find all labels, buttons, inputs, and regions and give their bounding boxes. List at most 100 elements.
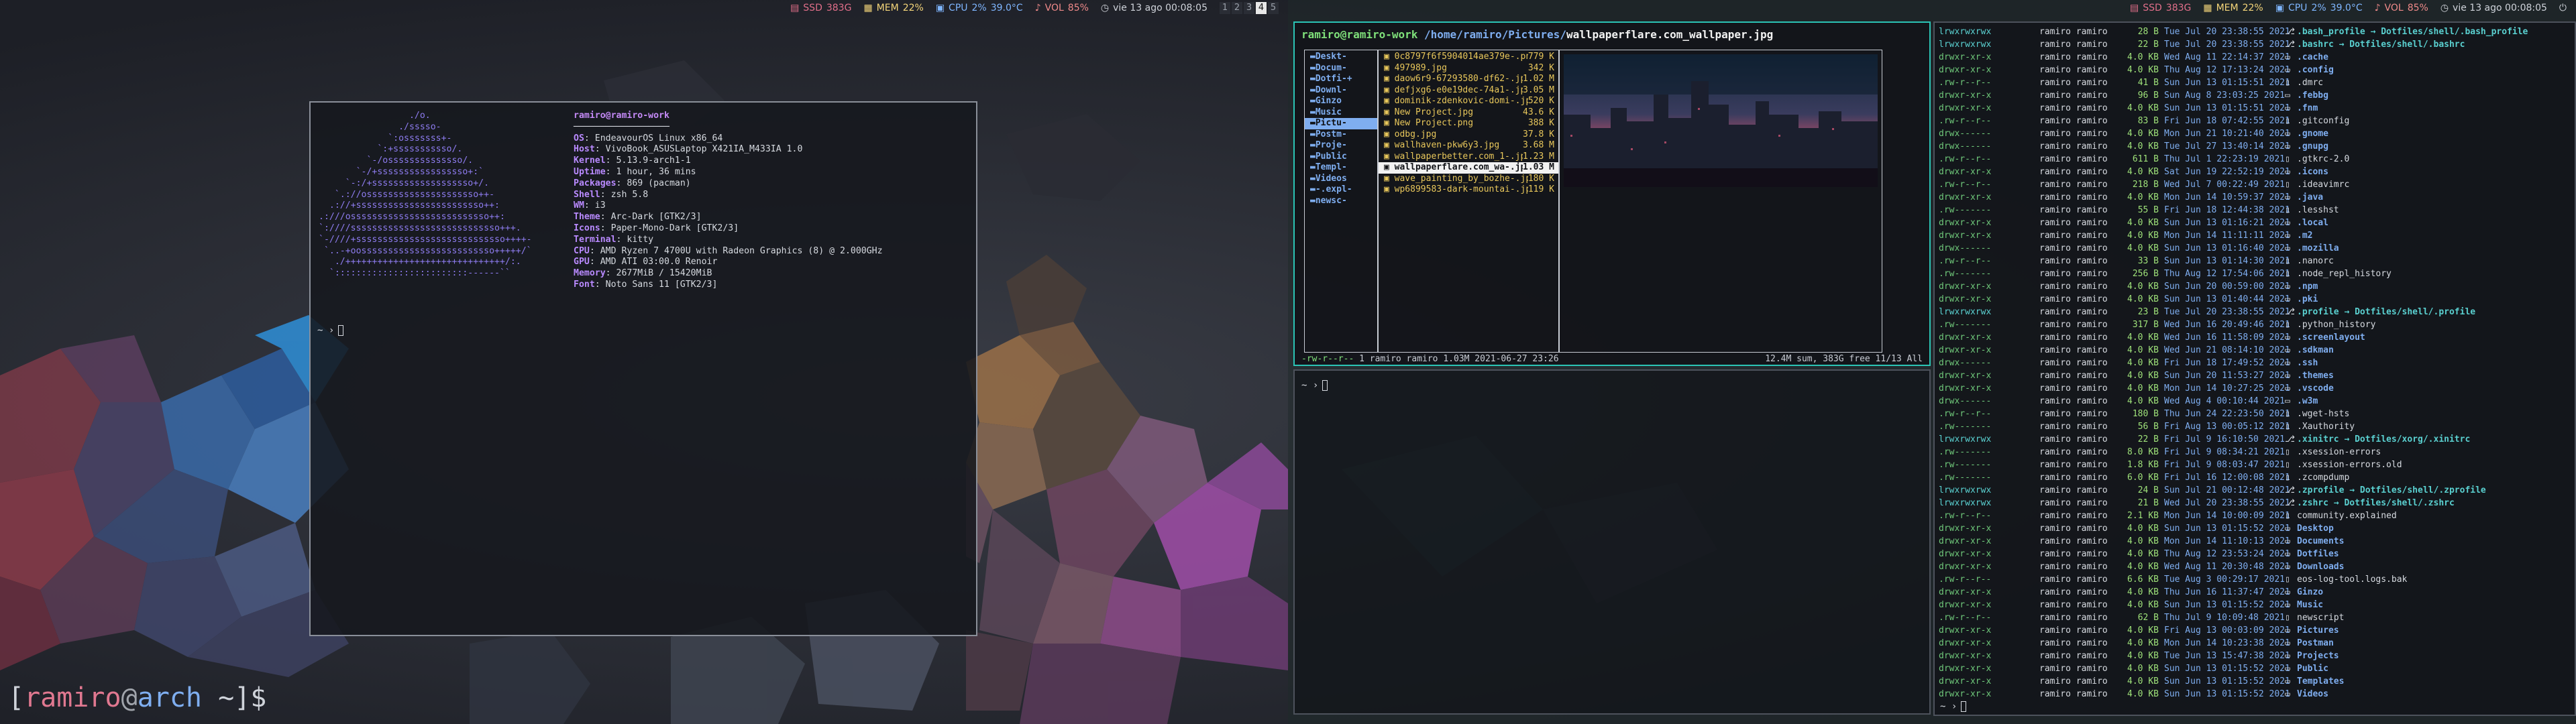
list-item[interactable]: drwxr-xr-x ramiro ramiro 4.0 KB Mon Jun 14 … — [1939, 229, 2576, 242]
list-item[interactable]: drwxr-xr-x ramiro ramiro 4.0 KB Mon Jun 14 … — [1939, 382, 2576, 395]
empty-terminal-window[interactable]: ~ › — [1293, 369, 1931, 715]
parent-dir-item[interactable]: ▬ Docum- — [1305, 63, 1377, 74]
power-icon[interactable]: ⏻ — [2559, 3, 2567, 13]
list-item[interactable]: .rw-r--r-- ramiro ramiro 611 B Thu Jul 1 22… — [1939, 153, 2576, 166]
list-item[interactable]: drwxr-xr-x ramiro ramiro 4.0 KB Mon Jun 14 … — [1939, 637, 2576, 650]
file-item[interactable]: ▣ 0c8797f6f5904014ae379e-.png 779 K — [1379, 52, 1558, 63]
file-item[interactable]: ▣ wallpaperflare.com_wa-.jpg 1.03 M — [1379, 162, 1558, 174]
list-item[interactable]: drwxr-xr-x ramiro ramiro 4.0 KB Sun Jun 13 … — [1939, 675, 2576, 688]
file-size: 4.0 KB — [2127, 638, 2159, 648]
workspace-5[interactable]: 5 — [1268, 2, 1279, 14]
parent-dir-item[interactable]: ▬ Downl- — [1305, 85, 1377, 97]
list-item[interactable]: drwxr-xr-x ramiro ramiro 4.0 KB Thu Aug 12 … — [1939, 548, 2576, 560]
list-item[interactable]: drwxr-xr-x ramiro ramiro 4.0 KB Thu Jun 16 … — [1939, 586, 2576, 599]
list-item[interactable]: drwxr-xr-x ramiro ramiro 4.0 KB Sun Jun 13 … — [1939, 662, 2576, 675]
file-item[interactable]: ▣ 497989.jpg 342 K — [1379, 63, 1558, 74]
file-item[interactable]: ▣ wave_painting_by_bozhe-.jpg 180 K — [1379, 174, 1558, 185]
parent-dir-item[interactable]: ▬ Templ- — [1305, 162, 1377, 174]
parent-dir-item[interactable]: ▬ Dotfi-+ — [1305, 74, 1377, 85]
list-item[interactable]: .rw-r--r-- ramiro ramiro 2.1 KB Mon Jun 14 … — [1939, 509, 2576, 522]
list-item[interactable]: drwxr-xr-x ramiro ramiro 4.0 KB Sun Jun 20 … — [1939, 369, 2576, 382]
list-item[interactable]: drwxr-xr-x ramiro ramiro 4.0 KB Tue Jun 13 … — [1939, 650, 2576, 662]
list-item[interactable]: .rw-r--r-- ramiro ramiro 41 B Sun Jun 13 01… — [1939, 76, 2576, 89]
list-item[interactable]: drwxr-xr-x ramiro ramiro 4.0 KB Wed Aug 11 … — [1939, 560, 2576, 573]
list-item[interactable]: drwxr-xr-x ramiro ramiro 4.0 KB Wed Jun 21 … — [1939, 344, 2576, 357]
file-item[interactable]: ▣ defjxg6-e0e19dec-74a1-.jpg 3.05 M — [1379, 85, 1558, 97]
list-item[interactable]: lrwxrwxrwx ramiro ramiro 23 B Tue Jul 20 23… — [1939, 306, 2576, 318]
list-item[interactable]: drwxr-xr-x ramiro ramiro 4.0 KB Fri Aug 13 … — [1939, 624, 2576, 637]
entry-name: Videos — [2297, 689, 2328, 699]
permissions: .rw-r--r-- — [1939, 575, 1992, 585]
list-item[interactable]: lrwxrwxrwx ramiro ramiro 22 B Fri Jul 9 16:… — [1939, 433, 2576, 446]
list-item[interactable]: lrwxrwxrwx ramiro ramiro 22 B Tue Jul 20 23… — [1939, 38, 2576, 51]
parent-dir-item[interactable]: ▬ Proje- — [1305, 140, 1377, 152]
parent-dir-item[interactable]: ▬ -.expl- — [1305, 184, 1377, 196]
file-item[interactable]: ▣ New Project.png 388 K — [1379, 118, 1558, 129]
list-item[interactable]: drwxr-xr-x ramiro ramiro 4.0 KB Wed Aug 11 … — [1939, 51, 2576, 64]
parent-dir-item[interactable]: ▬ Videos — [1305, 174, 1377, 185]
file-size: 23 B — [2137, 307, 2159, 317]
list-item[interactable]: drwx------ ramiro ramiro 4.0 KB Sun Jun 13 … — [1939, 242, 2576, 255]
list-item[interactable]: lrwxrwxrwx ramiro ramiro 28 B Tue Jul 20 23… — [1939, 25, 2576, 38]
parent-dir-item[interactable]: ▬ Postm- — [1305, 129, 1377, 141]
file-item[interactable]: ▣ New Project.jpg 43.6 K — [1379, 107, 1558, 119]
workspace-2[interactable]: 2 — [1232, 2, 1242, 14]
list-item[interactable]: .rw------- ramiro ramiro 6.0 KB Fri Jul 16 … — [1939, 471, 2576, 484]
list-item[interactable]: .rw------- ramiro ramiro 55 B Fri Jun 18 12… — [1939, 204, 2576, 217]
modified-date: Thu Jul 9 10:09:48 2021 — [2164, 613, 2286, 623]
workspace-1[interactable]: 1 — [1220, 2, 1230, 14]
ranger-file-manager-window[interactable]: ramiro@ramiro-work /home/ramiro/Pictures… — [1293, 21, 1931, 366]
list-item[interactable]: .rw------- ramiro ramiro 56 B Fri Aug 13 00… — [1939, 420, 2576, 433]
owner-group: ramiro ramiro — [2039, 613, 2108, 623]
list-item[interactable]: lrwxrwxrwx ramiro ramiro 21 B Wed Jul 20 23… — [1939, 497, 2576, 509]
list-item[interactable]: lrwxrwxrwx ramiro ramiro 24 B Sun Jul 21 00… — [1939, 484, 2576, 497]
ls-terminal-window[interactable]: lrwxrwxrwx ramiro ramiro 28 B Tue Jul 20 23… — [1933, 21, 2576, 716]
workspace-4[interactable]: 4 — [1256, 2, 1267, 14]
shell-prompt[interactable]: ~ › — [317, 325, 344, 336]
parent-dir-item[interactable]: ▬ Music — [1305, 107, 1377, 119]
parent-dir-item[interactable]: ▬ Ginzo — [1305, 96, 1377, 107]
file-item[interactable]: ▣ wp6899583-dark-mountai-.jpg 119 K — [1379, 184, 1558, 196]
list-item[interactable]: drwxr-xr-x ramiro ramiro 4.0 KB Sun Jun 13 … — [1939, 217, 2576, 229]
list-item[interactable]: .rw------- ramiro ramiro 8.0 KB Fri Jul 9 0… — [1939, 446, 2576, 459]
list-item[interactable]: drwxr-xr-x ramiro ramiro 4.0 KB Sun Jun 13 … — [1939, 293, 2576, 306]
workspace-3[interactable]: 3 — [1244, 2, 1254, 14]
list-item[interactable]: drwxr-xr-x ramiro ramiro 4.0 KB Sun Jun 13 … — [1939, 599, 2576, 611]
list-item[interactable]: drwx------ ramiro ramiro 4.0 KB Mon Jun 21 … — [1939, 127, 2576, 140]
list-item[interactable]: drwxr-xr-x ramiro ramiro 4.0 KB Mon Jun 14 … — [1939, 535, 2576, 548]
list-item[interactable]: .rw------- ramiro ramiro 1.8 KB Fri Jul 9 0… — [1939, 459, 2576, 471]
list-item[interactable]: .rw-r--r-- ramiro ramiro 218 B Wed Jul 7 00… — [1939, 178, 2576, 191]
list-item[interactable]: .rw------- ramiro ramiro 317 B Wed Jun 16 2… — [1939, 318, 2576, 331]
list-item[interactable]: .rw-r--r-- ramiro ramiro 33 B Sun Jun 13 01… — [1939, 255, 2576, 267]
neofetch-terminal-window[interactable]: ./o. ./sssso- `:osssssss+- `:+ssssssssss… — [309, 101, 977, 636]
shell-prompt[interactable]: ~ › — [1301, 380, 1328, 391]
parent-dir-item[interactable]: ▬ Deskt- — [1305, 52, 1377, 63]
list-item[interactable]: .rw-r--r-- ramiro ramiro 62 B Thu Jul 9 10:… — [1939, 611, 2576, 624]
list-item[interactable]: drwxr-xr-x ramiro ramiro 4.0 KB Sun Jun 13 … — [1939, 102, 2576, 115]
list-item[interactable]: .rw-r--r-- ramiro ramiro 83 B Fri Jun 18 07… — [1939, 115, 2576, 127]
list-item[interactable]: drwxr-xr-x ramiro ramiro 4.0 KB Sun Jun 20 … — [1939, 280, 2576, 293]
list-item[interactable]: drwxr-xr-x ramiro ramiro 4.0 KB Thu Aug 12 … — [1939, 64, 2576, 76]
list-item[interactable]: drwxr-xr-x ramiro ramiro 4.0 KB Mon Jun 14 … — [1939, 191, 2576, 204]
list-item[interactable]: drwxr-xr-x ramiro ramiro 4.0 KB Sat Jun 19 … — [1939, 166, 2576, 178]
file-item[interactable]: ▣ wallhaven-pkw6y3.jpg 3.68 M — [1379, 140, 1558, 152]
list-item[interactable]: drwx------ ramiro ramiro 4.0 KB Wed Aug 4 0… — [1939, 395, 2576, 408]
list-item[interactable]: .rw-r--r-- ramiro ramiro 180 B Thu Jun 24 2… — [1939, 408, 2576, 420]
parent-dir-item[interactable]: ▬ newsc- — [1305, 196, 1377, 207]
list-item[interactable]: .rw-r--r-- ramiro ramiro 6.6 KB Tue Aug 3 0… — [1939, 573, 2576, 586]
list-item[interactable]: drwxr-xr-x ramiro ramiro 96 B Sun Aug 8 23:… — [1939, 89, 2576, 102]
file-item[interactable]: ▣ odbg.jpg 37.8 K — [1379, 129, 1558, 141]
list-item[interactable]: drwx------ ramiro ramiro 4.0 KB Fri Jun 18 … — [1939, 357, 2576, 369]
parent-dir-item[interactable]: ▬ Public — [1305, 152, 1377, 163]
permissions: .rw-r--r-- — [1939, 78, 1992, 88]
list-item[interactable]: drwx------ ramiro ramiro 4.0 KB Tue Jul 27 … — [1939, 140, 2576, 153]
list-item[interactable]: drwxr-xr-x ramiro ramiro 4.0 KB Wed Jun 16 … — [1939, 331, 2576, 344]
file-item[interactable]: ▣ dominik-zdenkovic-domi-.jpg 520 K — [1379, 96, 1558, 107]
file-item[interactable]: ▣ daow6r9-67293580-df62-.jpg 1.02 M — [1379, 74, 1558, 85]
file-item[interactable]: ▣ wallpaperbetter.com_1-.jpg 1.23 M — [1379, 152, 1558, 163]
parent-dir-item[interactable]: ▬ Pictu- — [1305, 118, 1377, 129]
shell-prompt[interactable]: ~ › — [1940, 701, 1967, 712]
list-item[interactable]: drwxr-xr-x ramiro ramiro 4.0 KB Sun Jun 13 … — [1939, 522, 2576, 535]
list-item[interactable]: .rw------- ramiro ramiro 256 B Thu Aug 12 1… — [1939, 267, 2576, 280]
list-item[interactable]: drwxr-xr-x ramiro ramiro 4.0 KB Sun Jun 13 … — [1939, 688, 2576, 701]
